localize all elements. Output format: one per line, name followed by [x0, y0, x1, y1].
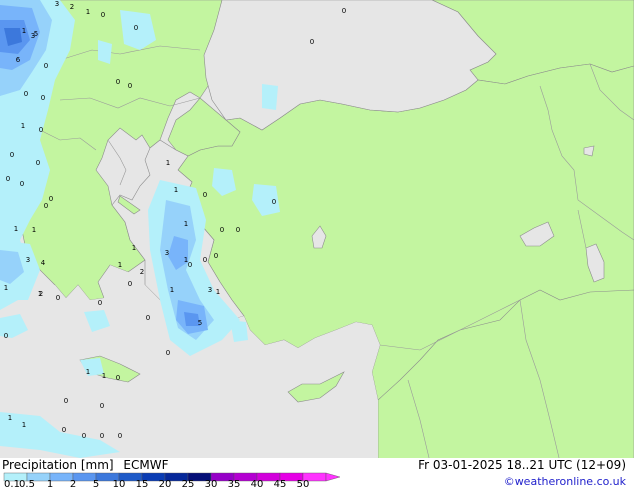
station-value: 0 [49, 195, 53, 203]
station-value: 0 [98, 299, 102, 307]
legend-bar: Precipitation [mm] ECMWF Fr 03-01-2025 1… [0, 458, 634, 490]
product-title: Precipitation [mm] ECMWF [2, 458, 168, 472]
station-value: 5 [198, 319, 202, 327]
station-value: 0 [41, 94, 45, 102]
station-value: 1 [102, 372, 106, 380]
station-value: 4 [41, 259, 46, 267]
colorbar-label: 10 [112, 479, 126, 490]
station-value: 1 [22, 27, 26, 35]
colorbar-label: 0.1 [4, 479, 20, 490]
station-value: 0 [36, 159, 40, 167]
station-value: 6 [16, 56, 21, 64]
station-value: 1 [8, 414, 12, 422]
station-value: 3 [165, 249, 169, 257]
station-value: 0 [236, 226, 240, 234]
station-value: 1 [170, 286, 174, 294]
colorbar-label: 2 [69, 479, 77, 490]
station-value: 2 [140, 268, 144, 276]
station-value: 0 [82, 432, 86, 440]
colorbar-label: 35 [227, 479, 241, 490]
station-value: 0 [134, 24, 138, 32]
station-value: 0 [118, 432, 122, 440]
station-value: 3 [26, 256, 30, 264]
station-value: 0 [24, 90, 28, 98]
station-value: 0 [166, 349, 170, 357]
station-value: 0 [44, 202, 48, 210]
station-value: 2 [70, 3, 74, 11]
colorbar-label: 1 [46, 479, 54, 490]
model-label: ECMWF [123, 458, 169, 472]
station-value: 1 [216, 288, 220, 296]
station-value: 1 [14, 225, 18, 233]
station-value: 1 [32, 226, 36, 234]
station-value: 0 [128, 280, 132, 288]
station-value: 0 [146, 314, 150, 322]
station-value: 3 [31, 32, 35, 40]
station-value: 0 [100, 432, 104, 440]
station-value: 0 [39, 126, 43, 134]
station-value: 3 [55, 0, 59, 8]
precipitation-map: 3 21 05600 0010000001431 0111135012100000 003… [0, 0, 634, 462]
station-value: 1 [21, 122, 25, 130]
station-value: 1 [86, 8, 90, 16]
station-value: 0 [44, 62, 48, 70]
station-value: 0 [128, 82, 132, 90]
colorbar-label: 40 [250, 479, 264, 490]
station-value: 0 [10, 151, 14, 159]
station-value: 1 [118, 261, 122, 269]
station-value: 0 [116, 78, 120, 86]
station-value: 2 [39, 290, 43, 298]
station-value: 1 [174, 186, 178, 194]
product-label: Precipitation [mm] [2, 458, 114, 472]
station-value: 1 [132, 244, 136, 252]
valid-time: Fr 03-01-2025 18..21 UTC (12+09) [418, 458, 626, 472]
colorbar-label: 15 [135, 479, 149, 490]
station-value: 0 [272, 198, 276, 206]
station-value: 0 [188, 261, 192, 269]
colorbar-label: 0.5 [19, 479, 35, 490]
station-value: 0 [62, 426, 66, 434]
station-value: 0 [214, 252, 218, 260]
colorbar-label: 50 [296, 479, 310, 490]
station-value: 0 [310, 38, 314, 46]
station-value: 0 [4, 332, 8, 340]
station-value: 0 [342, 7, 346, 15]
station-value: 0 [6, 175, 10, 183]
station-value: 0 [101, 11, 105, 19]
station-value: 1 [184, 220, 188, 228]
station-value: 1 [86, 368, 90, 376]
station-value: 1 [4, 284, 8, 292]
colorbar-label: 25 [181, 479, 195, 490]
station-value: 0 [64, 397, 68, 405]
station-value: 1 [22, 421, 26, 429]
credit-link[interactable]: ©weatheronline.co.uk [504, 475, 626, 488]
lake-sevan [583, 145, 595, 157]
station-value: 0 [56, 294, 60, 302]
station-value: 0 [20, 180, 24, 188]
station-value: 1 [166, 159, 170, 167]
station-value: 3 [208, 286, 212, 294]
colorbar-label: 20 [158, 479, 172, 490]
colorbar-label: 5 [92, 479, 100, 490]
station-value: 0 [203, 256, 207, 264]
station-value: 0 [100, 402, 104, 410]
colorbar-arrow [325, 472, 340, 482]
station-value: 0 [203, 191, 207, 199]
station-value: 0 [220, 226, 224, 234]
station-value: 0 [116, 374, 120, 382]
colorbar-label: 45 [273, 479, 287, 490]
colorbar-label: 30 [204, 479, 218, 490]
